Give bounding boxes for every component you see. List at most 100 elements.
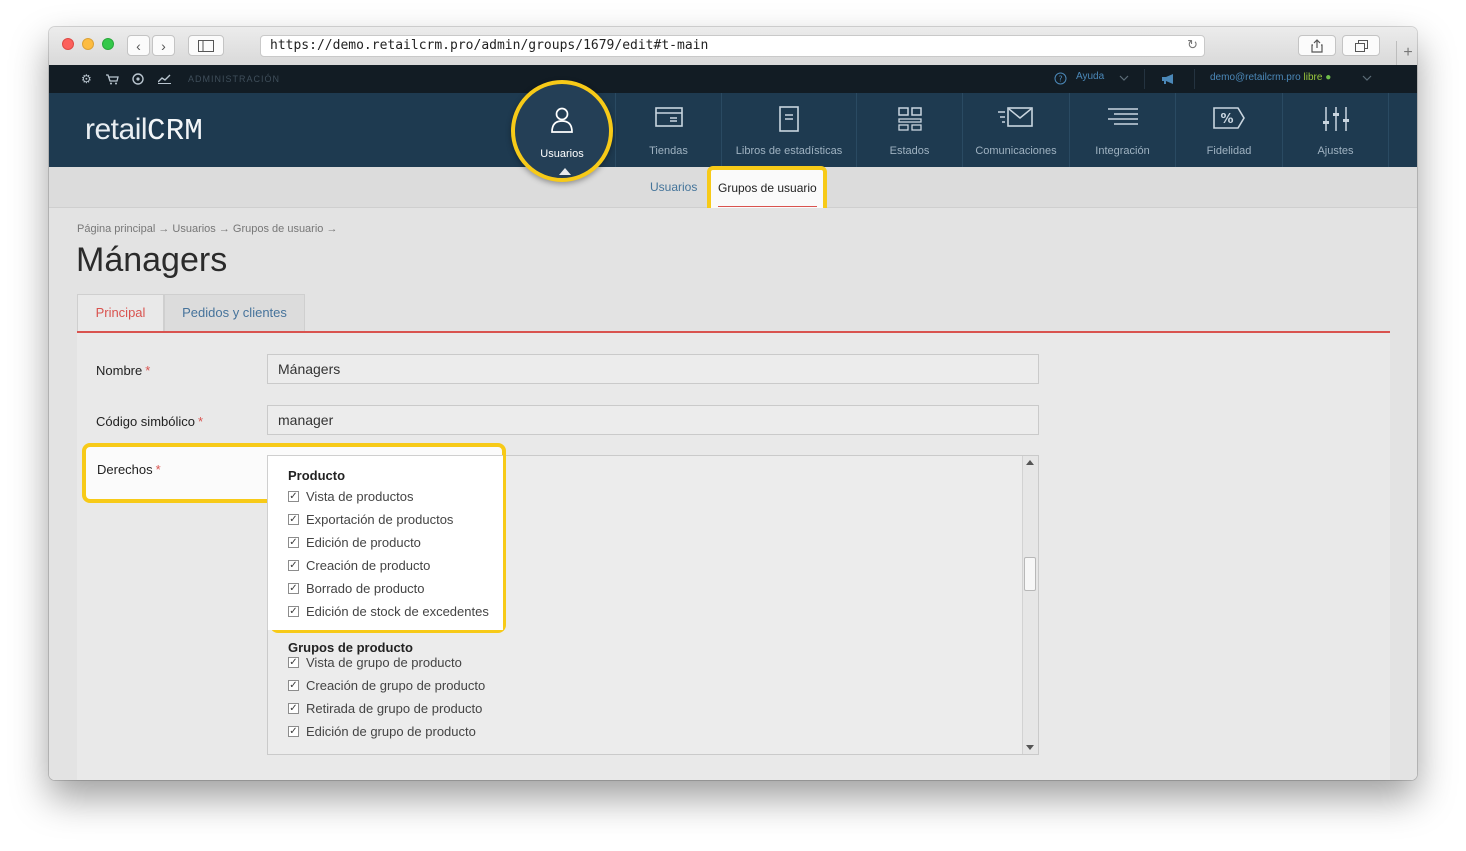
checkbox[interactable]: ✓ bbox=[288, 680, 299, 691]
sidebar-toggle-button[interactable] bbox=[188, 35, 224, 56]
permission-item[interactable]: ✓ Edición de producto bbox=[288, 535, 421, 550]
checkbox[interactable]: ✓ bbox=[288, 703, 299, 714]
analytics-icon[interactable] bbox=[158, 74, 171, 84]
retailcrm-logo[interactable]: retailCRM bbox=[85, 113, 203, 149]
code-input[interactable]: manager bbox=[267, 405, 1039, 435]
permission-item[interactable]: ✓ Creación de producto bbox=[288, 558, 430, 573]
checkbox[interactable]: ✓ bbox=[288, 514, 299, 525]
sidebar-icon bbox=[198, 39, 214, 52]
address-bar[interactable]: https://demo.retailcrm.pro/admin/groups/… bbox=[260, 35, 1205, 57]
active-underline bbox=[718, 206, 817, 207]
checkbox[interactable]: ✓ bbox=[288, 537, 299, 548]
nav-label: Usuarios bbox=[540, 148, 584, 160]
checkbox[interactable]: ✓ bbox=[288, 726, 299, 737]
reload-icon[interactable]: ↻ bbox=[1187, 36, 1198, 56]
scroll-up-icon[interactable] bbox=[1026, 460, 1034, 465]
divider bbox=[1144, 69, 1145, 89]
nav-item-comunicaciones[interactable]: Comunicaciones bbox=[962, 93, 1069, 167]
rights-scrollbar[interactable] bbox=[1022, 456, 1038, 754]
help-icon[interactable]: ? bbox=[1054, 72, 1067, 85]
tabs-overview-button[interactable] bbox=[1342, 35, 1380, 56]
scroll-thumb[interactable] bbox=[1024, 557, 1036, 591]
integration-lines-icon bbox=[1107, 108, 1138, 125]
checkbox[interactable]: ✓ bbox=[288, 560, 299, 571]
name-label: Nombre * bbox=[96, 363, 151, 378]
required-mark: * bbox=[198, 414, 204, 429]
permission-item[interactable]: ✓ Retirada de grupo de producto bbox=[288, 701, 482, 716]
nav-label: Ajustes bbox=[1317, 145, 1354, 157]
tab-principal[interactable]: Principal bbox=[77, 294, 164, 332]
permission-item[interactable]: ✓ Edición de grupo de producto bbox=[288, 724, 476, 739]
main-navigation: retailCRM Tiendas Libros de estadísticas… bbox=[49, 93, 1417, 167]
nav-item-ajustes[interactable]: Ajustes bbox=[1282, 93, 1389, 167]
user-email: demo@retailcrm.pro bbox=[1210, 72, 1301, 83]
nav-label: Libros de estadísticas bbox=[735, 145, 843, 157]
tabs-icon bbox=[1354, 39, 1368, 52]
permission-item[interactable]: ✓ Borrado de producto bbox=[288, 581, 425, 596]
nav-label: Tiendas bbox=[649, 145, 688, 157]
new-tab-button[interactable]: + bbox=[1396, 41, 1417, 65]
url-text: https://demo.retailcrm.pro/admin/groups/… bbox=[270, 38, 709, 53]
nav-item-fidelidad[interactable]: % Fidelidad bbox=[1175, 93, 1282, 167]
sliders-icon bbox=[1322, 107, 1349, 131]
zoom-window-button[interactable] bbox=[102, 38, 114, 50]
mail-icon bbox=[998, 107, 1033, 127]
nav-item-tiendas[interactable]: Tiendas bbox=[615, 93, 721, 167]
help-link[interactable]: Ayuda bbox=[1076, 71, 1104, 82]
back-button[interactable]: ‹ bbox=[127, 35, 150, 56]
nav-item-estados[interactable]: Estados bbox=[856, 93, 962, 167]
svg-text:%: % bbox=[1220, 112, 1233, 127]
admin-label: ADMINISTRACIÓN bbox=[188, 74, 281, 84]
name-input[interactable]: Mánagers bbox=[267, 354, 1039, 384]
checkbox[interactable]: ✓ bbox=[288, 606, 299, 617]
nav-label: Comunicaciones bbox=[975, 145, 1057, 157]
permission-item[interactable]: ✓ Creación de grupo de producto bbox=[288, 678, 485, 693]
page-title: Mánagers bbox=[76, 241, 228, 279]
producto-permissions[interactable]: Producto ✓ Vista de productos ✓ Exportació… bbox=[267, 455, 503, 630]
svg-text:?: ? bbox=[1058, 75, 1062, 84]
nav-item-integracion[interactable]: Integración bbox=[1069, 93, 1175, 167]
share-button[interactable] bbox=[1298, 35, 1336, 56]
nav-label: Fidelidad bbox=[1206, 145, 1252, 157]
share-icon bbox=[1311, 38, 1323, 53]
checkbox[interactable]: ✓ bbox=[288, 583, 299, 594]
gear-icon[interactable]: ⚙ bbox=[81, 72, 92, 86]
scroll-down-icon[interactable] bbox=[1026, 745, 1034, 750]
chevron-down-icon[interactable] bbox=[1362, 75, 1372, 81]
discount-tag-icon: % bbox=[1213, 107, 1245, 129]
nav-item-usuarios[interactable]: Usuarios bbox=[511, 80, 613, 182]
breadcrumb[interactable]: Página principal → Usuarios → Grupos de … bbox=[77, 223, 337, 235]
checkbox[interactable]: ✓ bbox=[288, 491, 299, 502]
store-window-icon bbox=[654, 107, 683, 127]
cart-icon[interactable] bbox=[106, 74, 119, 85]
checkbox[interactable]: ✓ bbox=[288, 657, 299, 668]
permission-item[interactable]: ✓ Edición de stock de excedentes bbox=[288, 604, 489, 619]
logo-suffix: CRM bbox=[147, 114, 203, 149]
rights-group-title: Producto bbox=[288, 468, 346, 483]
book-icon bbox=[779, 106, 799, 132]
megaphone-icon[interactable] bbox=[1161, 73, 1176, 85]
user-icon bbox=[551, 107, 573, 133]
chevron-down-icon[interactable] bbox=[1119, 75, 1129, 81]
nav-label: Integración bbox=[1095, 145, 1150, 157]
admin-strip: ⚙ ADMINISTRACIÓN ? Ayuda demo@retailcrm.… bbox=[49, 65, 1417, 93]
forward-button[interactable]: › bbox=[152, 35, 175, 56]
status-grid-icon bbox=[897, 107, 922, 131]
permission-item[interactable]: ✓ Vista de productos bbox=[288, 489, 413, 504]
minimize-window-button[interactable] bbox=[82, 38, 94, 50]
browser-window: ‹ › https://demo.retailcrm.pro/admin/gro… bbox=[49, 27, 1417, 780]
nav-item-libros-estadisticas[interactable]: Libros de estadísticas bbox=[721, 93, 856, 167]
subnav-active-label: Grupos de usuario bbox=[718, 181, 817, 195]
rights-label: Derechos * bbox=[97, 462, 161, 477]
tab-pedidos-y-clientes[interactable]: Pedidos y clientes bbox=[164, 294, 305, 332]
logo-prefix: retail bbox=[85, 113, 148, 146]
plan-badge: libre bbox=[1303, 72, 1323, 83]
subnav-item-usuarios[interactable]: Usuarios bbox=[650, 180, 697, 194]
permission-item[interactable]: ✓ Vista de grupo de producto bbox=[288, 655, 462, 670]
forward-icon: › bbox=[161, 37, 166, 54]
target-icon[interactable] bbox=[132, 73, 144, 85]
permission-item[interactable]: ✓ Exportación de productos bbox=[288, 512, 453, 527]
browser-titlebar: ‹ › https://demo.retailcrm.pro/admin/gro… bbox=[49, 27, 1417, 66]
user-menu[interactable]: demo@retailcrm.pro libre ● bbox=[1210, 72, 1331, 83]
close-window-button[interactable] bbox=[62, 38, 74, 50]
